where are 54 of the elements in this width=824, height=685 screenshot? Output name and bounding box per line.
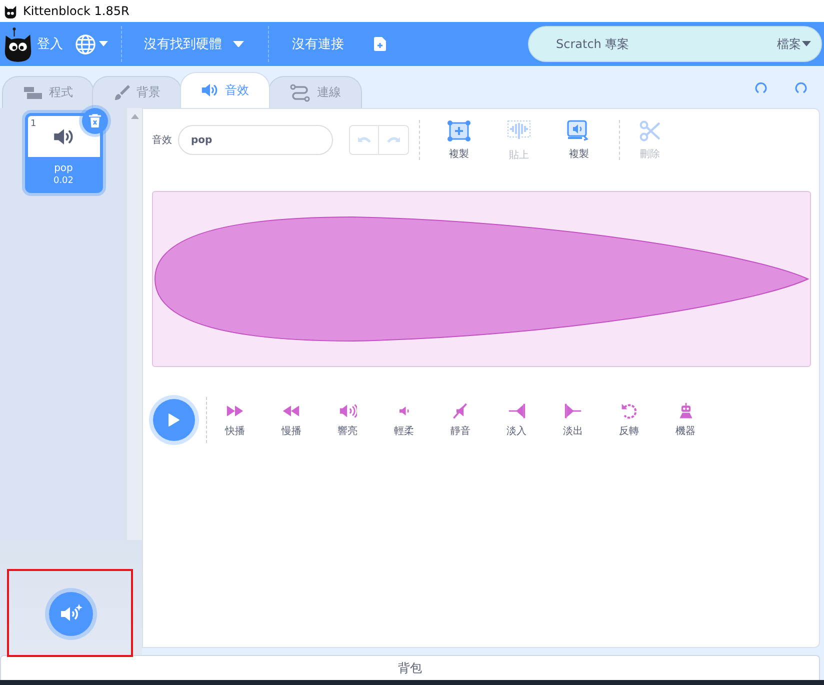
caret-icon: [99, 41, 108, 47]
speaker-screen-icon: [567, 120, 591, 142]
sound-duration: 0.02: [53, 176, 74, 186]
sound-number: 1: [30, 119, 36, 129]
play-button[interactable]: [153, 399, 195, 441]
effect-button[interactable]: 靜音: [432, 402, 488, 438]
ring-icon[interactable]: [755, 80, 767, 94]
effect-button[interactable]: 機器: [657, 402, 714, 438]
effect-button[interactable]: 快播: [207, 402, 264, 438]
undo-icon: [357, 135, 371, 145]
window-title: Kittenblock 1.85R: [23, 4, 130, 18]
cat-icon: [3, 4, 18, 18]
paintbrush-icon: [114, 84, 130, 101]
link-icon: [289, 84, 311, 102]
effect-button[interactable]: 淡出: [544, 402, 602, 438]
sound-tile[interactable]: 1 pop 0.02: [24, 113, 102, 193]
scissors-icon: [639, 120, 661, 142]
cat-logo-icon[interactable]: [3, 25, 33, 63]
effect-button[interactable]: 慢播: [263, 402, 320, 438]
file-add-icon[interactable]: [374, 37, 386, 51]
file-menu-button[interactable]: 檔案: [777, 36, 811, 52]
caret-icon: [802, 41, 811, 47]
scroll-up-icon[interactable]: [130, 114, 138, 119]
tool-button[interactable]: 複製: [549, 120, 609, 160]
redo-icon: [386, 135, 400, 145]
caret-icon: [233, 40, 244, 48]
ring-icon[interactable]: [795, 80, 807, 94]
project-title: Scratch 專案: [556, 36, 630, 52]
language-button[interactable]: [75, 34, 108, 54]
sound-name-field[interactable]: pop: [178, 125, 333, 155]
selection-plus-icon: [447, 120, 471, 142]
speaker-icon: [201, 83, 219, 98]
fade-out-icon: [564, 402, 582, 420]
fade-in-icon: [508, 402, 526, 420]
blocks-icon: [23, 86, 43, 100]
speaker-icon: [52, 128, 74, 146]
sound-name-label: 音效: [152, 134, 172, 147]
add-sound-button[interactable]: [49, 592, 93, 636]
backpack-bar[interactable]: 背包: [0, 655, 820, 680]
globe-icon: [75, 34, 96, 54]
volume-up-icon: [338, 402, 357, 420]
delete-button[interactable]: [82, 108, 108, 134]
reverse-icon: [620, 402, 638, 420]
sound-name: pop: [54, 162, 73, 174]
effect-button[interactable]: 淡入: [488, 402, 545, 438]
effect-button[interactable]: 響亮: [320, 402, 376, 438]
tool-button[interactable]: 複製: [429, 120, 489, 160]
mute-icon: [451, 402, 470, 420]
effect-button[interactable]: 反轉: [601, 402, 658, 438]
trash-icon: [88, 114, 100, 128]
play-icon: [168, 413, 180, 427]
backpack-label: 背包: [398, 660, 422, 676]
speaker-sparkle-icon: [59, 604, 83, 624]
effect-button[interactable]: 輕柔: [376, 402, 432, 438]
